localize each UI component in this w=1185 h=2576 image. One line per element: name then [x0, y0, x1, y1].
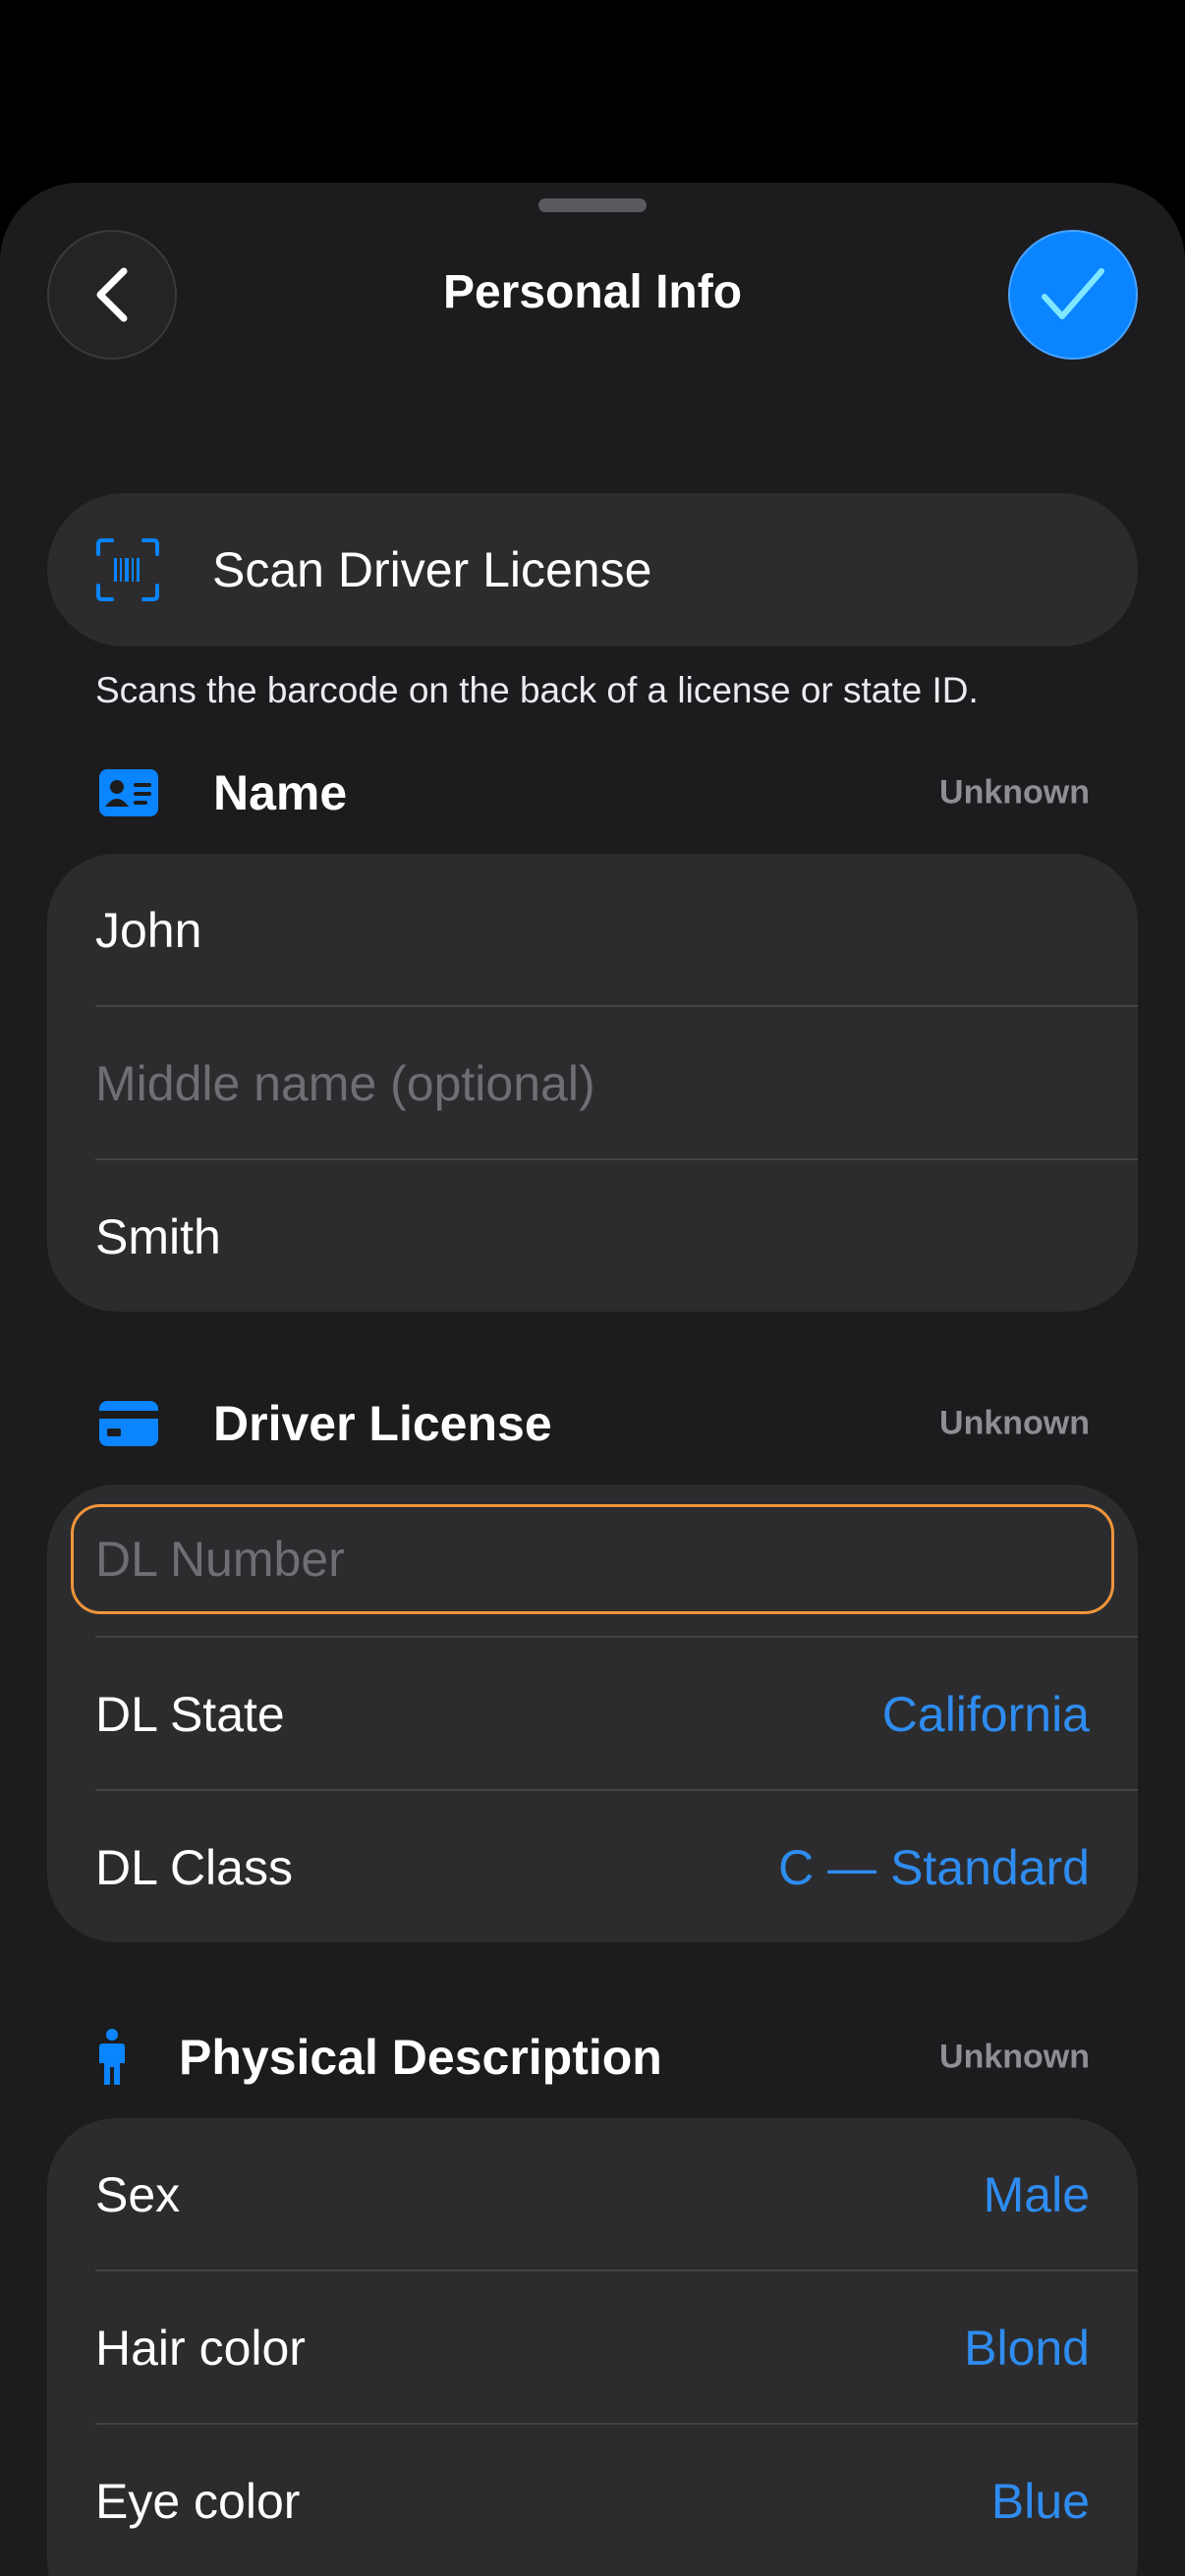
physical-section-header: Physical Description Unknown — [0, 2018, 1185, 2097]
name-section-header: Name Unknown — [0, 754, 1185, 832]
eye-color-label: Eye color — [95, 2474, 301, 2529]
id-card-icon — [99, 769, 158, 816]
dl-state-label: DL State — [95, 1687, 285, 1742]
dl-number-placeholder: DL Number — [95, 1532, 345, 1587]
eye-color-value[interactable]: Blue — [991, 2473, 1090, 2530]
sex-label: Sex — [95, 2167, 181, 2222]
license-status-badge: Unknown — [939, 1404, 1090, 1442]
dl-number-input[interactable]: DL Number — [71, 1504, 1114, 1614]
confirm-button[interactable] — [1008, 230, 1138, 360]
credit-card-icon — [99, 1401, 158, 1446]
dl-class-row[interactable]: DL Class C — Standard — [95, 1791, 1090, 1944]
barcode-scan-icon — [96, 538, 159, 601]
scan-driver-license-button[interactable]: Scan Driver License — [47, 493, 1138, 646]
dl-class-label: DL Class — [95, 1840, 293, 1895]
first-name-field[interactable]: John — [95, 854, 1090, 1007]
middle-name-field[interactable]: Middle name (optional) — [95, 1007, 1090, 1160]
last-name-value: Smith — [95, 1209, 221, 1264]
middle-name-placeholder: Middle name (optional) — [95, 1056, 595, 1111]
license-section-header: Driver License Unknown — [0, 1384, 1185, 1463]
dl-state-value[interactable]: California — [882, 1686, 1090, 1743]
dl-class-value[interactable]: C — Standard — [778, 1839, 1090, 1896]
first-name-value: John — [95, 903, 202, 958]
page-title: Personal Info — [442, 266, 743, 318]
chevron-left-icon — [96, 267, 128, 322]
checkmark-icon — [1042, 268, 1104, 319]
name-section-title: Name — [213, 765, 348, 820]
physical-section-title: Physical Description — [179, 2030, 662, 2085]
personal-info-sheet: Personal Info Scan Driver License Scans … — [0, 183, 1185, 2576]
back-button[interactable] — [47, 230, 177, 360]
hair-color-row[interactable]: Hair color Blond — [95, 2271, 1090, 2425]
last-name-field[interactable]: Smith — [95, 1160, 1090, 1314]
hair-color-value[interactable]: Blond — [964, 2320, 1090, 2377]
sex-value[interactable]: Male — [984, 2166, 1090, 2223]
sex-row[interactable]: Sex Male — [95, 2118, 1090, 2271]
physical-status-badge: Unknown — [939, 2038, 1090, 2076]
scan-description: Scans the barcode on the back of a licen… — [95, 670, 979, 710]
name-card: John Middle name (optional) Smith — [47, 854, 1138, 1312]
physical-card: Sex Male Hair color Blond Eye color Blue — [47, 2118, 1138, 2576]
name-status-badge: Unknown — [939, 773, 1090, 812]
license-section-title: Driver License — [213, 1396, 552, 1451]
hair-color-label: Hair color — [95, 2321, 306, 2376]
scan-driver-license-label: Scan Driver License — [212, 542, 652, 597]
eye-color-row[interactable]: Eye color Blue — [95, 2425, 1090, 2576]
sheet-grabber[interactable] — [538, 198, 647, 212]
person-icon — [99, 2029, 125, 2085]
dl-state-row[interactable]: DL State California — [95, 1638, 1090, 1791]
license-card: DL Number DL State California DL Class C… — [47, 1484, 1138, 1942]
